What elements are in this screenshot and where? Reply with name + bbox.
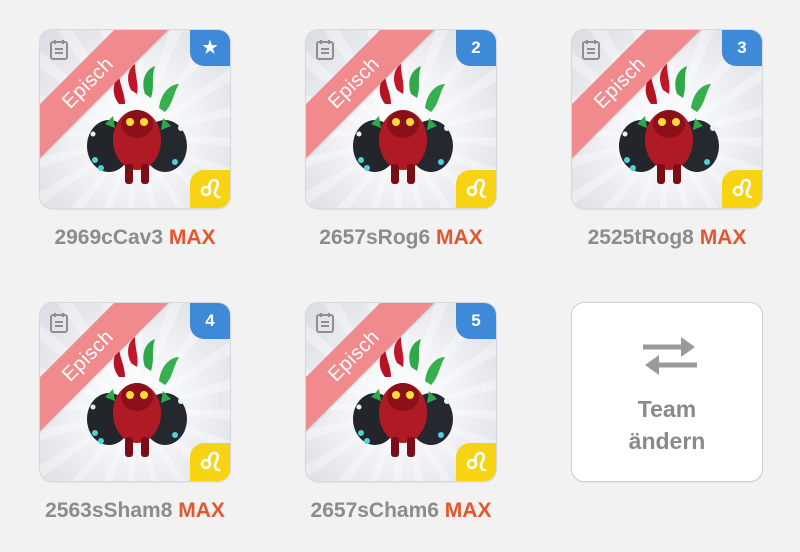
monster-level: MAX: [178, 499, 225, 522]
team-label-line1: Team: [637, 396, 697, 422]
leo-icon: [466, 451, 487, 472]
monster-card[interactable]: Episch 4: [40, 303, 230, 481]
notes-icon: [50, 40, 68, 60]
monster-name: 2969cCav3: [54, 226, 164, 249]
slot-number: 4: [205, 311, 215, 330]
monster-level: MAX: [699, 226, 747, 249]
monster-label: 2969cCav3 MAX: [40, 226, 230, 250]
monster-name: 2563sSham8: [45, 499, 173, 522]
zodiac-badge: [190, 170, 230, 208]
monster-name: 2525tRog8: [587, 226, 694, 249]
zodiac-badge: [722, 170, 762, 208]
leo-icon: [200, 451, 221, 472]
monster-level: MAX: [436, 226, 483, 249]
monster-label: 2563sSham8 MAX: [40, 499, 230, 523]
notes-icon: [50, 313, 68, 333]
notes-icon: [582, 40, 600, 60]
monster-name: 2657sRog6: [319, 226, 431, 249]
zodiac-badge: [456, 170, 496, 208]
monster-label: 2525tRog8 MAX: [572, 226, 762, 250]
leo-icon: [466, 178, 487, 199]
zodiac-badge: [456, 443, 496, 481]
team-label-line2: ändern: [628, 428, 706, 454]
slot-badge: 3: [722, 30, 762, 66]
notes-icon: [316, 313, 334, 333]
monster-card[interactable]: Episch ★: [40, 30, 230, 208]
slot-badge: 5: [456, 303, 496, 339]
slot-number: 2: [471, 38, 481, 57]
monster-label: 2657sRog6 MAX: [306, 226, 496, 250]
slot-number: 3: [737, 38, 747, 57]
monster-level: MAX: [168, 226, 216, 249]
notes-icon: [316, 40, 334, 60]
leo-icon: [732, 178, 753, 199]
monster-card[interactable]: Episch 2: [306, 30, 496, 208]
change-team-button[interactable]: Team ändern: [572, 303, 762, 481]
change-team-label: Team ändern: [572, 393, 762, 457]
slot-number: 5: [471, 311, 481, 330]
slot-badge: 2: [456, 30, 496, 66]
monster-name: 2657sCham6: [310, 499, 439, 522]
favorite-star-badge: ★: [190, 30, 230, 66]
monster-card[interactable]: Episch 3: [572, 30, 762, 208]
leo-icon: [200, 178, 221, 199]
slot-number: ★: [202, 38, 218, 57]
slot-badge: 4: [190, 303, 230, 339]
swap-arrows-icon: [643, 337, 697, 375]
zodiac-badge: [190, 443, 230, 481]
monster-level: MAX: [444, 499, 492, 522]
monster-label: 2657sCham6 MAX: [306, 499, 496, 523]
monster-card[interactable]: Episch 5: [306, 303, 496, 481]
